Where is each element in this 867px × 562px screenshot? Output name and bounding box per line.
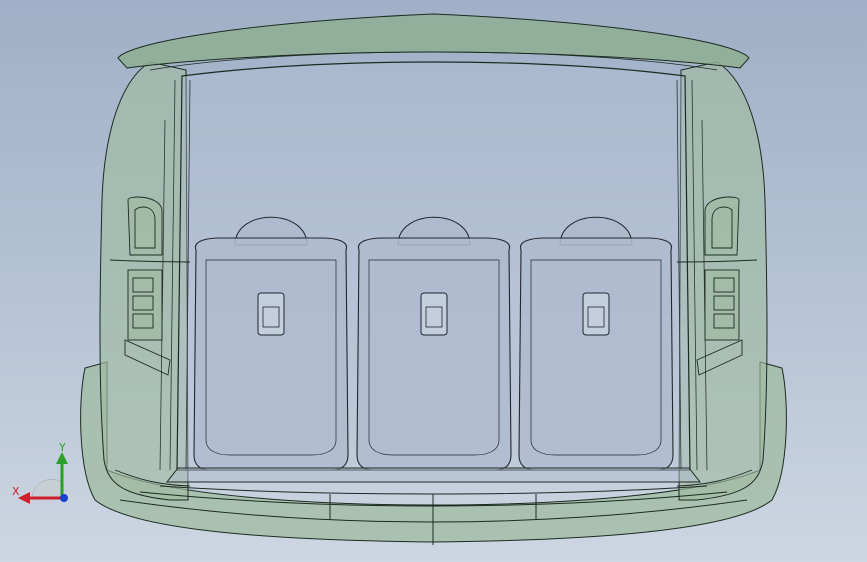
- seatback-panel: [193, 237, 349, 471]
- seat-release-latch[interactable]: [420, 292, 448, 336]
- y-axis-label: Y: [58, 441, 66, 454]
- center-seatback[interactable]: [356, 216, 512, 471]
- x-axis-label: X: [12, 485, 20, 498]
- seat-release-latch[interactable]: [582, 292, 610, 336]
- left-seatback[interactable]: [193, 216, 349, 471]
- seatback-panel: [518, 237, 674, 471]
- graphics-viewport[interactable]: Y X: [0, 0, 867, 562]
- seatback-panel: [356, 237, 512, 471]
- z-axis-dot-icon: [60, 494, 68, 502]
- vehicle-cargo-model[interactable]: [0, 0, 867, 562]
- rear-seat-row[interactable]: [193, 216, 674, 471]
- roof-spoiler: [117, 13, 750, 69]
- seat-release-latch[interactable]: [257, 292, 285, 336]
- coordinate-triad: Y X: [12, 440, 76, 510]
- right-seatback[interactable]: [518, 216, 674, 471]
